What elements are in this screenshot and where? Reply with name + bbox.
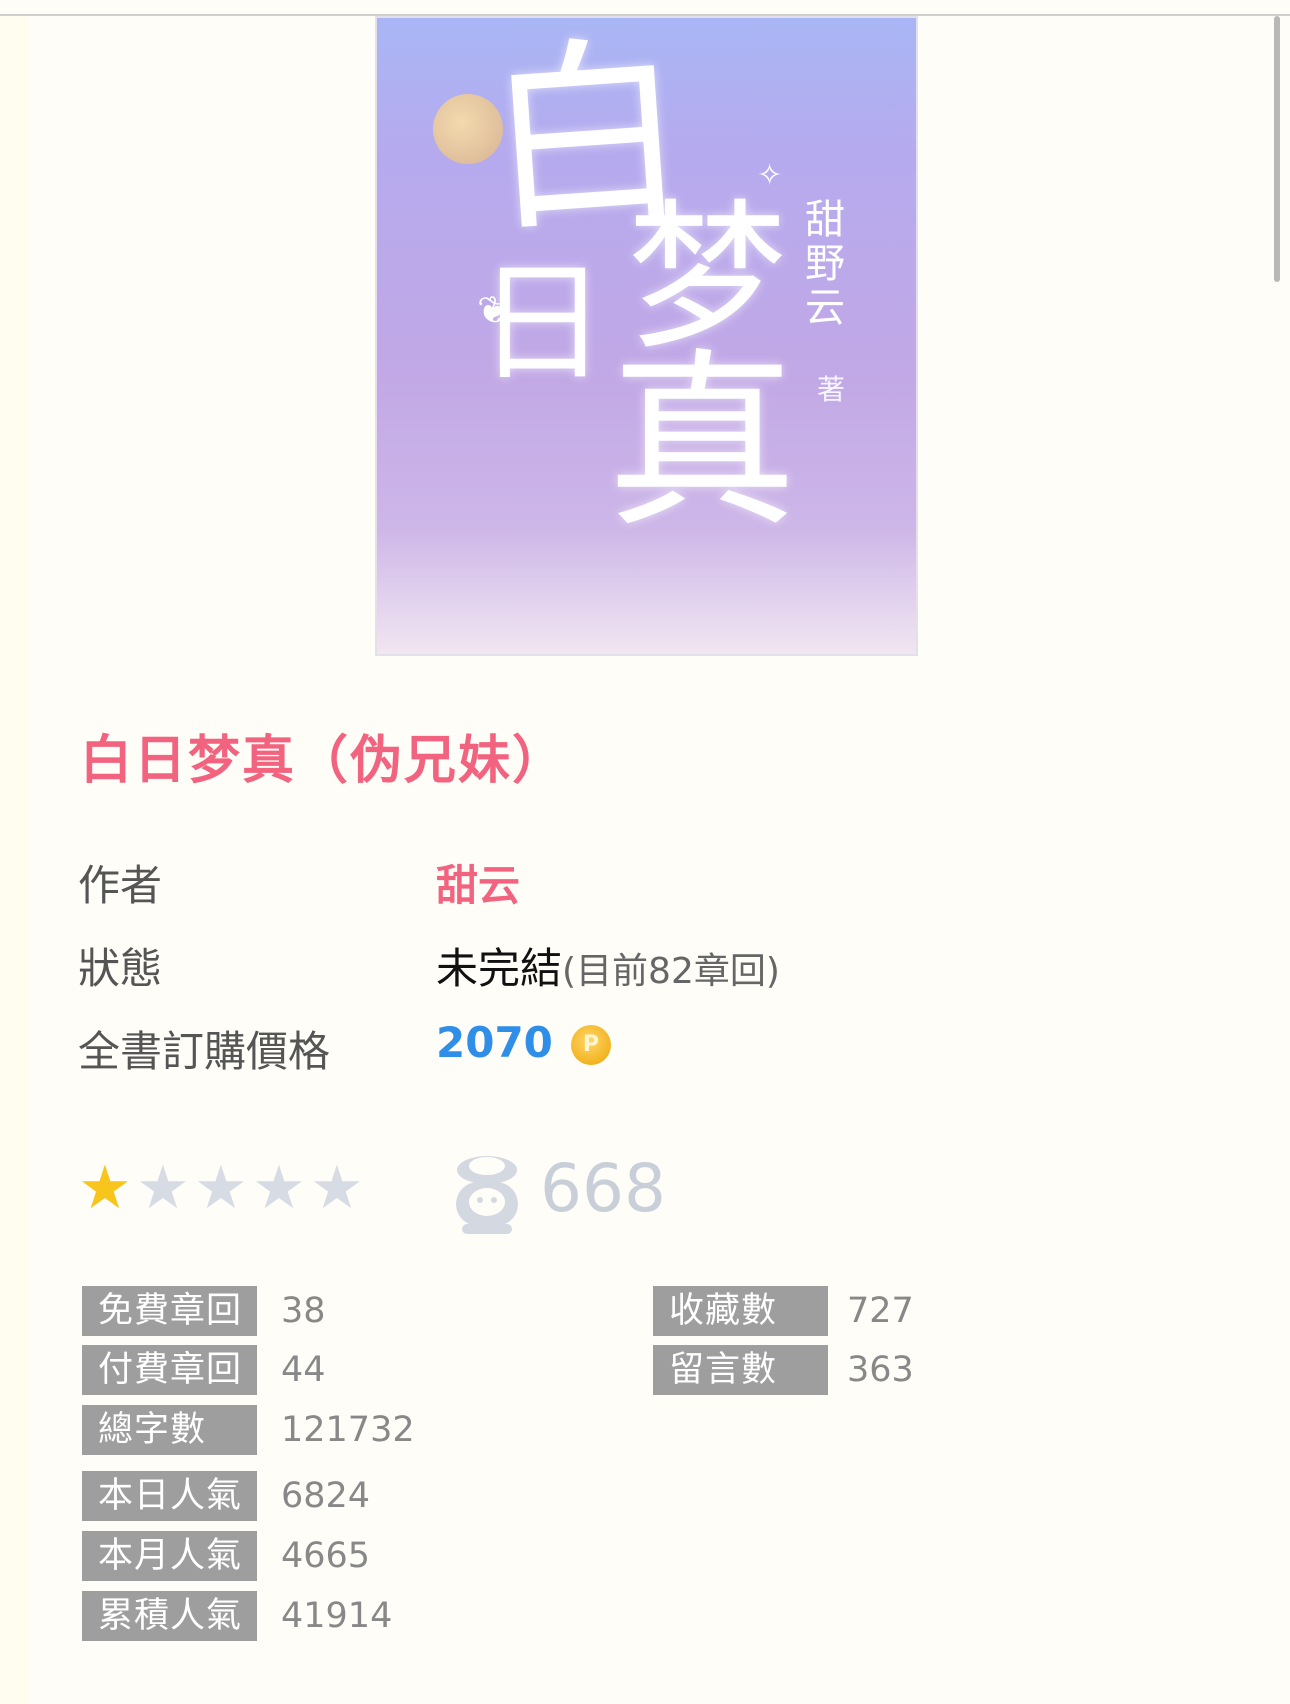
stat-value: 44 <box>281 1350 326 1390</box>
stat-value: 727 <box>847 1291 914 1331</box>
book-detail-page: ❦ ✧ 白 日 梦 真 甜野云 著 白日梦真（伪兄妹） 作者 甜云 狀態 未完結… <box>0 0 1290 1704</box>
cover-title-char: 真 <box>607 332 798 553</box>
stat-label: 總字數 <box>82 1405 257 1455</box>
left-margin <box>0 16 30 1704</box>
status-label: 狀態 <box>78 944 163 993</box>
status-value-group: 未完結(目前82章回) <box>436 935 780 996</box>
star-icon-empty[interactable]: ★ <box>310 1158 364 1218</box>
star-icon-filled[interactable]: ★ <box>78 1158 132 1218</box>
stat-value: 41914 <box>281 1596 393 1636</box>
cover-author-suffix: 著 <box>817 373 846 406</box>
status-detail: (目前82章回) <box>562 951 780 992</box>
coin-icon: P <box>570 1025 611 1065</box>
star-icon-empty[interactable]: ★ <box>194 1158 248 1218</box>
cover-author: 甜野云 <box>798 198 844 330</box>
pig-like-icon[interactable] <box>450 1148 524 1236</box>
stat-value: 363 <box>847 1350 914 1390</box>
stat-label: 付費章回 <box>82 1345 257 1395</box>
stat-value: 6824 <box>281 1476 371 1516</box>
likes-count: 668 <box>540 1150 666 1227</box>
book-cover-image[interactable]: ❦ ✧ 白 日 梦 真 甜野云 著 <box>375 16 918 656</box>
author-label: 作者 <box>78 861 163 910</box>
cover-title-char: 日 <box>477 247 608 399</box>
stat-value: 4665 <box>281 1536 371 1576</box>
stat-value: 38 <box>281 1291 326 1331</box>
scrollbar-thumb[interactable] <box>1274 16 1280 282</box>
price-value-group: 2070 P <box>436 1018 611 1067</box>
stat-label: 本日人氣 <box>82 1471 257 1521</box>
stat-label: 累積人氣 <box>82 1591 257 1641</box>
price-value: 2070 <box>436 1018 553 1067</box>
stat-label: 收藏數 <box>653 1286 828 1336</box>
stat-value: 121732 <box>281 1410 415 1450</box>
status-value: 未完結 <box>436 944 563 993</box>
stat-label: 留言數 <box>653 1345 828 1395</box>
stat-label: 免費章回 <box>82 1286 257 1336</box>
author-link[interactable]: 甜云 <box>436 852 520 913</box>
price-label: 全書訂購價格 <box>78 1027 331 1076</box>
book-title: 白日梦真（伪兄妹） <box>80 731 567 791</box>
stat-label: 本月人氣 <box>82 1531 257 1581</box>
star-icon-empty[interactable]: ★ <box>252 1158 306 1218</box>
star-icon-empty[interactable]: ★ <box>136 1158 190 1218</box>
